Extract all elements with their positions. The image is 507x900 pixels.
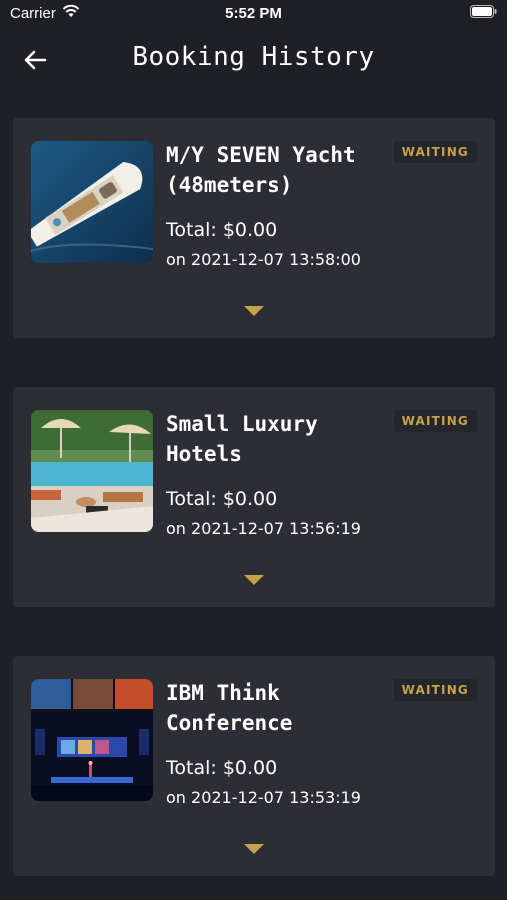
battery-icon	[470, 5, 497, 18]
expand-button[interactable]	[238, 838, 270, 860]
booking-card[interactable]: M/Y SEVEN Yacht (48meters) WAITING Total…	[13, 118, 495, 338]
status-badge: WAITING	[393, 410, 477, 432]
caret-down-icon	[244, 306, 264, 316]
yacht-photo	[31, 141, 153, 263]
header: Booking History	[0, 28, 507, 92]
booking-title: Small Luxury Hotels	[166, 412, 318, 466]
booking-card[interactable]: Small Luxury Hotels WAITING Total: $0.00…	[13, 387, 495, 607]
booking-total: Total: $0.00	[166, 219, 278, 241]
booking-date: on 2021-12-07 13:56:19	[166, 519, 361, 538]
expand-button[interactable]	[238, 300, 270, 322]
booking-date: on 2021-12-07 13:53:19	[166, 788, 361, 807]
status-bar: Carrier 5:52 PM	[0, 0, 507, 28]
booking-card[interactable]: IBM Think Conference WAITING Total: $0.0…	[13, 656, 495, 876]
booking-title: M/Y SEVEN Yacht (48meters)	[166, 143, 356, 197]
clock-time: 5:52 PM	[225, 5, 282, 22]
caret-down-icon	[244, 844, 264, 854]
page-title: Booking History	[132, 42, 375, 72]
caret-down-icon	[244, 575, 264, 585]
status-badge: WAITING	[393, 679, 477, 701]
expand-button[interactable]	[238, 569, 270, 591]
booking-total: Total: $0.00	[166, 757, 278, 779]
status-badge: WAITING	[393, 141, 477, 163]
conference-photo	[31, 679, 153, 801]
booking-total: Total: $0.00	[166, 488, 278, 510]
hotel-pool-photo	[31, 410, 153, 532]
booking-title: IBM Think Conference	[166, 681, 293, 735]
booking-date: on 2021-12-07 13:58:00	[166, 250, 361, 269]
